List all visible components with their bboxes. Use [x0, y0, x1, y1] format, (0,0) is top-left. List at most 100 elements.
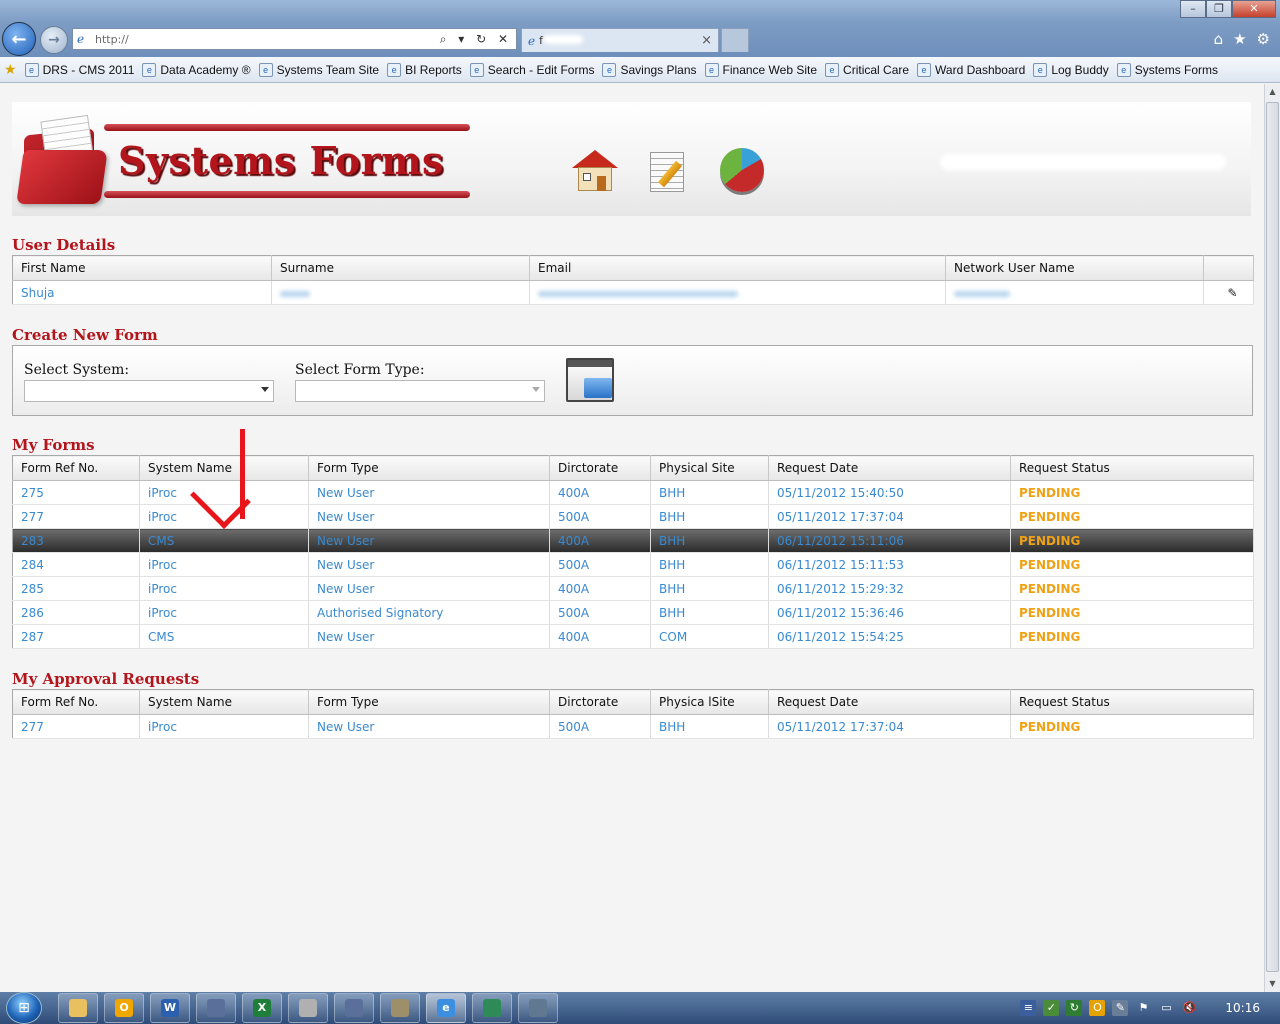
- address-bar[interactable]: ℯ http:// ⌕ ▾ ↻ ✕: [72, 28, 517, 50]
- table-row[interactable]: 283 CMS New User 400A BHH 06/11/2012 15:11:06…: [12, 528, 1254, 553]
- scroll-up-icon[interactable]: ▲: [1265, 84, 1280, 100]
- taskbar-button-paint[interactable]: [288, 993, 328, 1023]
- column-header[interactable]: Network User Name: [945, 255, 1204, 281]
- chevron-down-icon[interactable]: [261, 387, 269, 392]
- column-header-dirctorate[interactable]: Dirctorate: [549, 689, 651, 715]
- physical-site-cell[interactable]: BHH: [650, 528, 769, 553]
- favorite-link-systems-forms[interactable]: e Systems Forms: [1116, 62, 1218, 77]
- request-date-cell[interactable]: 06/11/2012 15:36:46: [768, 600, 1011, 625]
- table-row[interactable]: 285 iProc New User 400A BHH 06/11/2012 15:29:…: [12, 576, 1254, 601]
- physical-site-cell[interactable]: BHH: [650, 552, 769, 577]
- request-date-cell[interactable]: 06/11/2012 15:54:25: [768, 624, 1011, 649]
- form-type-cell[interactable]: New User: [308, 528, 550, 553]
- taskbar-button-internet-explorer[interactable]: e: [426, 993, 466, 1023]
- forward-button[interactable]: →: [40, 26, 68, 54]
- address-bar-buttons[interactable]: ⌕ ▾ ↻ ✕: [440, 32, 516, 47]
- tray-security-icon[interactable]: ✓: [1043, 1000, 1060, 1016]
- taskbar-button-word[interactable]: W: [150, 993, 190, 1023]
- system-name-cell[interactable]: CMS: [139, 528, 309, 553]
- favorite-link-drs-cms-2011[interactable]: e DRS - CMS 2011: [24, 62, 134, 77]
- dirctorate-cell[interactable]: 400A: [549, 576, 651, 601]
- favorite-link-systems-team-site[interactable]: e Systems Team Site: [258, 62, 379, 77]
- form-type-cell[interactable]: New User: [308, 624, 550, 649]
- favorite-link-critical-care[interactable]: e Critical Care: [825, 62, 909, 77]
- restore-button[interactable]: ❐: [1206, 0, 1232, 18]
- column-header-request-date[interactable]: Request Date: [768, 455, 1011, 481]
- favorite-link-finance-web-site[interactable]: e Finance Web Site: [704, 62, 817, 77]
- taskbar-button-outlook[interactable]: O: [104, 993, 144, 1023]
- site-logo[interactable]: Systems Forms: [104, 124, 470, 198]
- surname-cell[interactable]: [271, 280, 530, 305]
- form-type-cell[interactable]: New User: [308, 504, 550, 529]
- dirctorate-cell[interactable]: 400A: [549, 624, 651, 649]
- physical-site-cell[interactable]: BHH: [650, 714, 769, 739]
- gear-icon[interactable]: ⚙: [1257, 30, 1270, 48]
- chevron-down-icon[interactable]: [532, 387, 540, 392]
- select-form-type-dropdown[interactable]: [295, 380, 545, 402]
- tray-network-tool-icon[interactable]: ✎: [1112, 1000, 1129, 1016]
- tray-app-icon[interactable]: ≡: [1020, 1000, 1037, 1016]
- favorite-link-savings-plans[interactable]: e Savings Plans: [602, 62, 697, 77]
- close-window-button[interactable]: ✕: [1232, 0, 1276, 18]
- dirctorate-cell[interactable]: 500A: [549, 552, 651, 577]
- scroll-down-icon[interactable]: ▼: [1265, 976, 1280, 992]
- home-icon[interactable]: ⌂: [1214, 30, 1224, 48]
- column-header-request-status[interactable]: Request Status: [1010, 455, 1254, 481]
- dirctorate-cell[interactable]: 400A: [549, 480, 651, 505]
- table-row[interactable]: Shuja ✎: [12, 280, 1254, 305]
- table-row[interactable]: 277 iProc New User 500A BHH 05/11/2012 17:37:…: [12, 504, 1254, 529]
- physical-site-cell[interactable]: BHH: [650, 504, 769, 529]
- system-name-cell[interactable]: iProc: [139, 552, 309, 577]
- edit-document-icon[interactable]: [642, 146, 692, 196]
- form-type-cell[interactable]: New User: [308, 714, 550, 739]
- column-header-request-date[interactable]: Request Date: [768, 689, 1011, 715]
- column-header-system-name[interactable]: System Name: [139, 689, 309, 715]
- favorites-star-icon[interactable]: ★: [4, 62, 17, 78]
- pencil-icon[interactable]: ✎: [1203, 280, 1254, 305]
- request-date-cell[interactable]: 05/11/2012 17:37:04: [768, 714, 1011, 739]
- dirctorate-cell[interactable]: 400A: [549, 528, 651, 553]
- favorite-link-ward-dashboard[interactable]: e Ward Dashboard: [917, 62, 1025, 77]
- form-ref-no-cell[interactable]: 277: [12, 714, 140, 739]
- volume-muted-icon[interactable]: 🔇: [1181, 1000, 1197, 1016]
- column-header-physical-site[interactable]: Physical Site: [650, 455, 769, 481]
- address-url[interactable]: http://: [95, 33, 440, 46]
- column-header-request-status[interactable]: Request Status: [1010, 689, 1254, 715]
- minimize-button[interactable]: –: [1180, 0, 1206, 18]
- table-row[interactable]: 277 iProc New User 500A BHH 05/11/2012 17:37:…: [12, 714, 1254, 739]
- column-header-form-ref-no[interactable]: Form Ref No.: [12, 455, 140, 481]
- form-ref-no-cell[interactable]: 277: [12, 504, 140, 529]
- table-row[interactable]: 286 iProc Authorised Signatory 500A BHH 06/11…: [12, 600, 1254, 625]
- table-row[interactable]: 284 iProc New User 500A BHH 06/11/2012 15:11:…: [12, 552, 1254, 577]
- favorites-star-icon[interactable]: ★: [1233, 30, 1246, 48]
- taskbar-button-notepad[interactable]: [518, 993, 558, 1023]
- form-type-cell[interactable]: New User: [308, 576, 550, 601]
- taskbar-button-remote-desktop[interactable]: [334, 993, 374, 1023]
- home-icon[interactable]: [570, 146, 620, 196]
- scroll-thumb[interactable]: [1266, 102, 1279, 972]
- form-ref-no-cell[interactable]: 283: [12, 528, 140, 553]
- network-user-name-cell[interactable]: [945, 280, 1204, 305]
- form-type-cell[interactable]: New User: [308, 552, 550, 577]
- request-date-cell[interactable]: 05/11/2012 15:40:50: [768, 480, 1011, 505]
- form-type-cell[interactable]: New User: [308, 480, 550, 505]
- dirctorate-cell[interactable]: 500A: [549, 600, 651, 625]
- form-ref-no-cell[interactable]: 275: [12, 480, 140, 505]
- form-ref-no-cell[interactable]: 286: [12, 600, 140, 625]
- column-header-form-type[interactable]: Form Type: [308, 455, 550, 481]
- taskbar-button-tools[interactable]: [380, 993, 420, 1023]
- request-date-cell[interactable]: 06/11/2012 15:11:53: [768, 552, 1011, 577]
- favorite-link-log-buddy[interactable]: e Log Buddy: [1033, 62, 1109, 77]
- form-ref-no-cell[interactable]: 284: [12, 552, 140, 577]
- column-header[interactable]: Surname: [271, 255, 530, 281]
- system-name-cell[interactable]: iProc: [139, 714, 309, 739]
- vertical-scrollbar[interactable]: ▲ ▼: [1264, 84, 1280, 992]
- taskbar-button-explorer[interactable]: [58, 993, 98, 1023]
- form-ref-no-cell[interactable]: 287: [12, 624, 140, 649]
- dirctorate-cell[interactable]: 500A: [549, 714, 651, 739]
- column-header-dirctorate[interactable]: Dirctorate: [549, 455, 651, 481]
- create-form-button[interactable]: [566, 358, 616, 404]
- network-icon[interactable]: ▭: [1158, 1000, 1174, 1016]
- form-ref-no-cell[interactable]: 285: [12, 576, 140, 601]
- favorite-link-data-academy[interactable]: e Data Academy ®: [142, 62, 251, 77]
